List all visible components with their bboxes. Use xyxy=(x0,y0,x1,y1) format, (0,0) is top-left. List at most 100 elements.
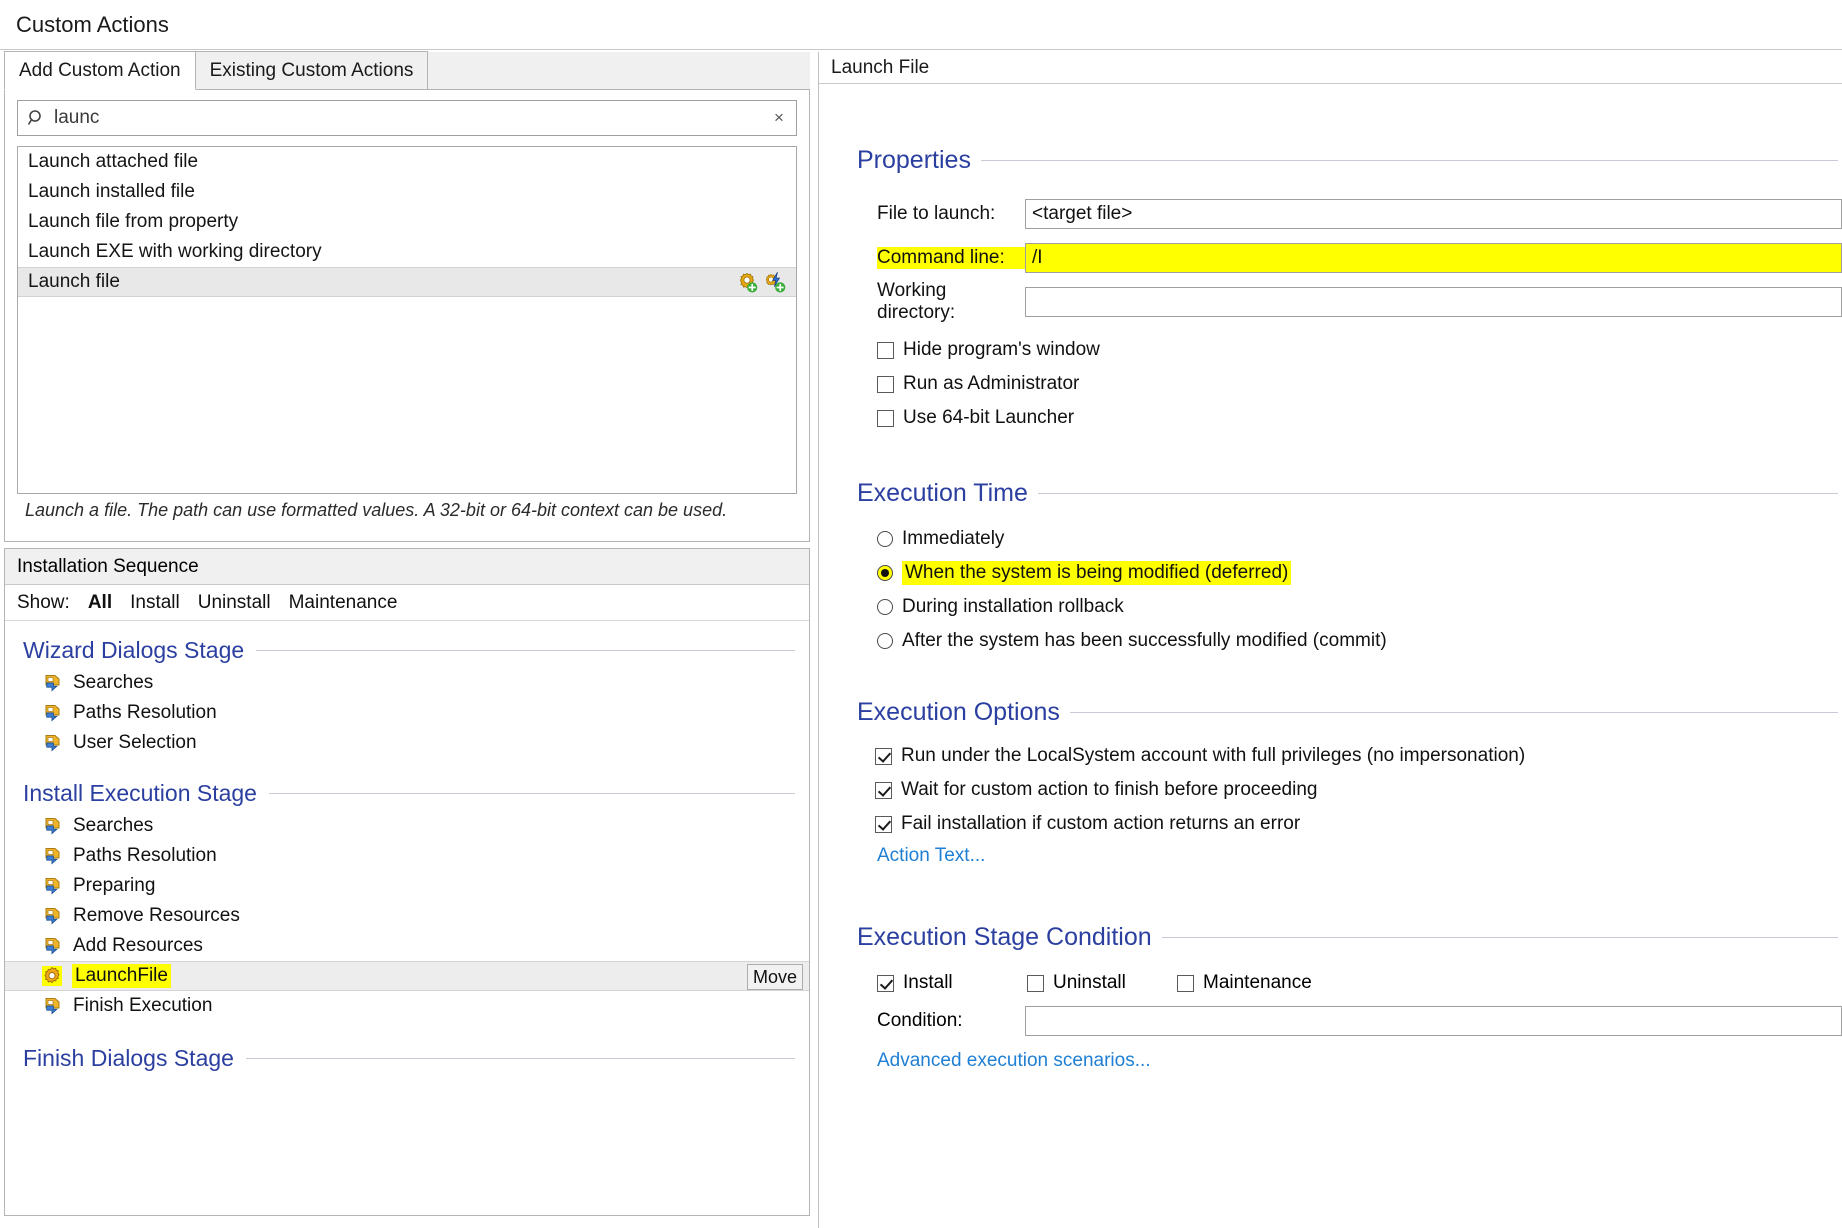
sequence-body: Wizard Dialogs Stage Searches Paths Reso… xyxy=(5,621,809,1076)
add-custom-action-gear-icon[interactable] xyxy=(736,271,758,293)
execution-time-commit-radio[interactable] xyxy=(877,633,893,649)
stage-maintenance-checkbox[interactable] xyxy=(1177,974,1194,992)
advanced-execution-scenarios-link[interactable]: Advanced execution scenarios... xyxy=(819,1050,1842,1072)
row-action-icons xyxy=(736,271,786,293)
fail-installation-row[interactable]: Fail installation if custom action retur… xyxy=(819,807,1842,841)
sequence-item[interactable]: Remove Resources xyxy=(5,901,809,931)
execution-time-immediately-radio[interactable] xyxy=(877,531,893,547)
run-as-administrator-label: Run as Administrator xyxy=(903,373,1080,394)
filter-maintenance[interactable]: Maintenance xyxy=(289,592,398,614)
sequence-item[interactable]: Add Resources xyxy=(5,931,809,961)
hide-program-window-row[interactable]: Hide program's window xyxy=(819,333,1842,367)
run-localsystem-checkbox[interactable] xyxy=(875,747,892,765)
execution-time-group: Execution Time Immediately When the syst… xyxy=(819,479,1842,658)
execution-stage-condition-title: Execution Stage Condition xyxy=(857,923,1152,951)
properties-group: Properties File to launch: <target file>… xyxy=(819,146,1842,435)
sequence-item[interactable]: Searches xyxy=(5,668,809,698)
action-description: Launch a file. The path can use formatte… xyxy=(25,500,728,520)
execution-time-rollback-row[interactable]: During installation rollback xyxy=(819,590,1842,624)
command-line-label: Command line: xyxy=(877,247,1025,269)
action-arrow-icon xyxy=(43,906,63,926)
execution-time-rollback-radio[interactable] xyxy=(877,599,893,615)
use-64bit-launcher-checkbox[interactable] xyxy=(877,409,894,427)
sequence-item-launchfile[interactable]: LaunchFile Move xyxy=(5,961,809,991)
right-pane-body: Properties File to launch: <target file>… xyxy=(819,146,1842,1072)
sequence-item-label: User Selection xyxy=(73,732,197,753)
search-input[interactable]: launc xyxy=(54,107,770,129)
file-to-launch-input[interactable]: <target file> xyxy=(1025,199,1842,229)
execution-time-deferred-label: When the system is being modified (defer… xyxy=(902,561,1292,585)
search-box[interactable]: launc × xyxy=(17,100,797,136)
list-item[interactable]: Launch file from property xyxy=(18,207,796,237)
stage-rule xyxy=(256,650,795,651)
sequence-item-label: Paths Resolution xyxy=(73,845,217,866)
stage-finish-dialogs: Finish Dialogs Stage xyxy=(5,1037,809,1076)
filter-install[interactable]: Install xyxy=(130,592,180,614)
filter-all[interactable]: All xyxy=(88,592,112,614)
sequence-item[interactable]: Paths Resolution xyxy=(5,841,809,871)
installation-sequence-pane: Installation Sequence Show: All Install … xyxy=(4,548,810,1216)
run-as-administrator-row[interactable]: Run as Administrator xyxy=(819,367,1842,401)
execution-time-title-row: Execution Time xyxy=(819,479,1842,508)
condition-input[interactable] xyxy=(1025,1006,1842,1036)
group-rule xyxy=(980,160,1838,161)
sequence-item[interactable]: Searches xyxy=(5,811,809,841)
list-item-selected[interactable]: Launch file xyxy=(18,267,796,297)
sequence-item[interactable]: User Selection xyxy=(5,728,809,758)
action-results-list[interactable]: Launch attached file Launch installed fi… xyxy=(17,146,797,494)
stage-rule xyxy=(268,793,795,794)
group-rule xyxy=(1069,712,1838,713)
execution-time-commit-row[interactable]: After the system has been successfully m… xyxy=(819,624,1842,658)
sequence-item-label: Searches xyxy=(73,672,154,693)
stage-install-checkbox[interactable] xyxy=(877,974,894,992)
command-line-input[interactable]: /I xyxy=(1025,243,1842,273)
add-custom-action-bolt-icon[interactable] xyxy=(764,271,786,293)
file-to-launch-row: File to launch: <target file> xyxy=(819,197,1842,231)
fail-installation-checkbox[interactable] xyxy=(875,815,892,833)
wait-for-finish-row[interactable]: Wait for custom action to finish before … xyxy=(819,773,1842,807)
sequence-filter-bar: Show: All Install Uninstall Maintenance xyxy=(5,585,809,621)
tab-add-custom-action-label: Add Custom Action xyxy=(19,59,181,81)
execution-time-deferred-radio[interactable] xyxy=(877,565,893,581)
run-as-administrator-checkbox[interactable] xyxy=(877,375,894,393)
execution-time-immediately-row[interactable]: Immediately xyxy=(819,522,1842,556)
file-to-launch-label: File to launch: xyxy=(877,203,996,224)
filter-uninstall[interactable]: Uninstall xyxy=(198,592,271,614)
run-localsystem-row[interactable]: Run under the LocalSystem account with f… xyxy=(819,739,1842,773)
sequence-item[interactable]: Finish Execution xyxy=(5,991,809,1021)
use-64bit-launcher-row[interactable]: Use 64-bit Launcher xyxy=(819,401,1842,435)
list-item[interactable]: Launch EXE with working directory xyxy=(18,237,796,267)
execution-options-title-row: Execution Options xyxy=(819,698,1842,727)
execution-options-group: Execution Options Run under the LocalSys… xyxy=(819,698,1842,867)
action-text-link[interactable]: Action Text... xyxy=(819,845,1842,867)
show-label: Show: xyxy=(17,591,70,613)
sequence-item[interactable]: Paths Resolution xyxy=(5,698,809,728)
hide-program-window-checkbox[interactable] xyxy=(877,341,894,359)
execution-time-commit-label: After the system has been successfully m… xyxy=(902,630,1387,651)
stage-uninstall-label: Uninstall xyxy=(1053,972,1126,993)
stage-maintenance-label: Maintenance xyxy=(1203,972,1312,993)
working-directory-row: Working directory: xyxy=(819,280,1842,323)
move-button[interactable]: Move xyxy=(747,964,803,990)
tab-existing-custom-actions-label: Existing Custom Actions xyxy=(209,59,414,81)
execution-stage-condition-title-row: Execution Stage Condition xyxy=(819,923,1842,952)
clear-search-icon[interactable]: × xyxy=(770,108,788,127)
list-item[interactable]: Launch installed file xyxy=(18,177,796,207)
tab-add-custom-action[interactable]: Add Custom Action xyxy=(4,51,196,90)
sequence-item[interactable]: Preparing xyxy=(5,871,809,901)
stage-maintenance-item[interactable]: Maintenance xyxy=(1177,972,1327,994)
stage-install-execution: Install Execution Stage xyxy=(5,772,809,811)
stage-uninstall-checkbox[interactable] xyxy=(1027,974,1044,992)
stage-uninstall-item[interactable]: Uninstall xyxy=(1027,972,1177,994)
result-label: Launch installed file xyxy=(28,181,195,202)
wait-for-finish-checkbox[interactable] xyxy=(875,781,892,799)
stage-install-item[interactable]: Install xyxy=(877,972,1027,994)
right-pane: Launch File Properties File to launch: <… xyxy=(818,52,1842,1228)
execution-time-deferred-row[interactable]: When the system is being modified (defer… xyxy=(819,556,1842,590)
tab-existing-custom-actions[interactable]: Existing Custom Actions xyxy=(194,51,429,89)
result-label: Launch EXE with working directory xyxy=(28,241,322,262)
working-directory-input[interactable] xyxy=(1025,287,1842,317)
group-rule xyxy=(1161,937,1838,938)
stage-condition-checkbox-row: Install Uninstall Maintenance xyxy=(819,964,1842,1002)
list-item[interactable]: Launch attached file xyxy=(18,147,796,177)
